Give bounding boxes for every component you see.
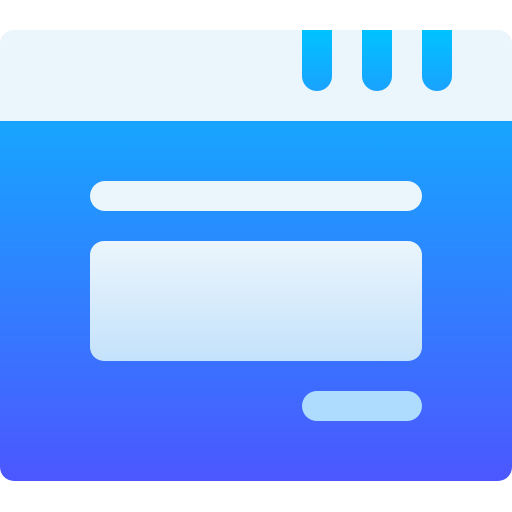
- tab-marker: [302, 30, 332, 91]
- tab-marker: [422, 30, 452, 91]
- content-panel-placeholder: [90, 241, 422, 361]
- browser-window-icon: [0, 0, 512, 512]
- button-placeholder: [302, 391, 422, 421]
- text-line-placeholder: [90, 181, 422, 211]
- tab-marker: [362, 30, 392, 91]
